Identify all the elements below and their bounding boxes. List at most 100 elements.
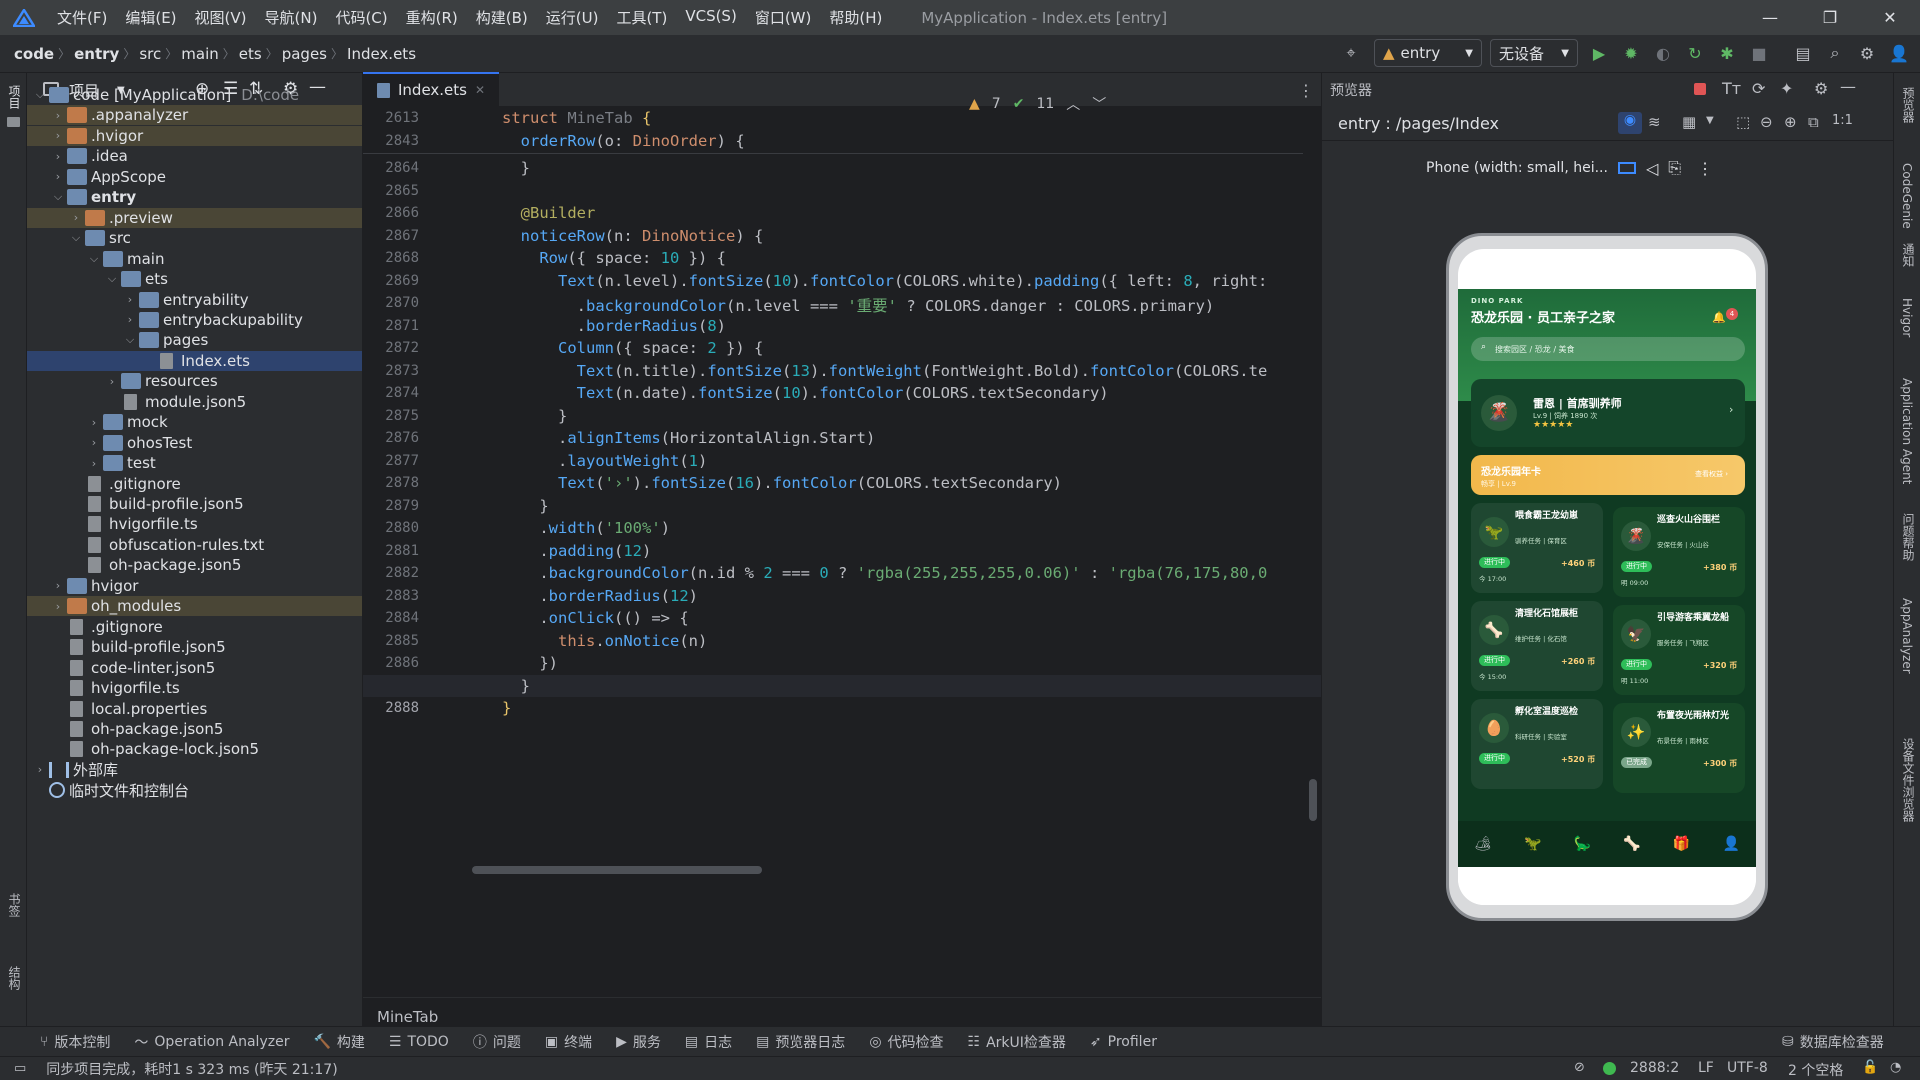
task-card[interactable]: 🦴 清理化石馆展柜 维护任务 | 化石馆 进行中 +260 币今 15:00 xyxy=(1471,601,1603,691)
breadcrumb-item[interactable]: entry xyxy=(70,45,123,63)
tree-item[interactable]: code-linter.json5 xyxy=(27,658,362,678)
chevron-right-icon[interactable]: › xyxy=(85,416,103,429)
next-highlight-icon[interactable]: ﹀ xyxy=(1092,94,1106,114)
code-line[interactable]: noticeRow(n: DinoNotice) { xyxy=(502,227,764,245)
hide-panel-icon[interactable]: — xyxy=(1840,77,1856,96)
code-area[interactable]: struct MineTab { orderRow(o: DinoOrder) … xyxy=(363,107,1321,997)
tree-item[interactable]: ⌵ code [MyApplication] D:\code xyxy=(27,85,362,105)
code-line[interactable]: } xyxy=(502,699,511,717)
tree-item[interactable]: ⌵ entry xyxy=(27,187,362,207)
tree-item[interactable]: oh-package.json5 xyxy=(27,555,362,575)
tree-item[interactable]: ⌵ main xyxy=(27,249,362,269)
status-message[interactable]: 同步项目完成，耗时1 s 323 ms (昨天 21:17) xyxy=(46,1059,337,1079)
tree-item[interactable]: oh-package.json5 xyxy=(27,719,362,739)
breadcrumb-item[interactable]: Index.ets xyxy=(343,45,420,63)
chevron-right-icon[interactable]: › xyxy=(121,293,139,306)
account-icon[interactable]: 👤 xyxy=(1886,39,1912,67)
bottom-tool-button[interactable]: ▤ 预览器日志 xyxy=(744,1032,857,1052)
menu-item[interactable]: 重构(R) xyxy=(397,7,467,28)
rotate-icon[interactable]: ⎘ xyxy=(1668,158,1681,178)
tree-item[interactable]: ⌵ pages xyxy=(27,330,362,350)
tree-item[interactable]: › test xyxy=(27,453,362,473)
menu-item[interactable]: 窗口(W) xyxy=(746,7,821,28)
right-tool-button[interactable]: 设备文件浏览器 xyxy=(1900,738,1917,822)
code-line[interactable]: .backgroundColor(n.level === '重要' ? COLO… xyxy=(502,294,1215,316)
tree-item[interactable]: Index.ets xyxy=(27,350,362,371)
tree-item[interactable]: › entrybackupability xyxy=(27,310,362,330)
line-ending[interactable]: LF xyxy=(1698,1060,1714,1076)
previous-highlight-icon[interactable]: ︿ xyxy=(1066,94,1080,114)
tree-item[interactable]: › .hvigor xyxy=(27,125,362,146)
app-nav-item[interactable]: 🏕 xyxy=(1474,836,1492,852)
chevron-right-icon[interactable]: › xyxy=(49,579,67,592)
tree-item[interactable]: › .idea xyxy=(27,146,362,166)
code-line[interactable]: this.onNotice(n) xyxy=(502,632,707,650)
chevron-right-icon[interactable]: › xyxy=(49,129,67,142)
code-line[interactable]: Text(n.level).fontSize(10).fontColor(COL… xyxy=(502,272,1267,290)
code-line[interactable]: } xyxy=(502,677,530,695)
menu-item[interactable]: 代码(C) xyxy=(326,7,396,28)
settings-icon[interactable]: ⚙ xyxy=(1814,79,1828,98)
right-tool-button[interactable]: 预览器 xyxy=(1900,87,1917,123)
code-line[interactable]: @Builder xyxy=(502,204,596,222)
tree-item[interactable]: 临时文件和控制台 xyxy=(27,780,362,800)
tree-item[interactable]: › hvigor xyxy=(27,576,362,596)
app-nav-item[interactable]: 👤 xyxy=(1722,836,1739,852)
tree-item[interactable]: › 外部库 xyxy=(27,760,362,780)
task-card[interactable]: 🦖 喂食霸王龙幼崽 驯养任务 | 保育区 进行中 +460 币今 17:00 xyxy=(1471,503,1603,593)
chevron-down-icon[interactable]: ⌵ xyxy=(121,333,139,347)
bottom-tool-button[interactable]: ◎ 代码检查 xyxy=(857,1032,955,1052)
code-line[interactable]: .onClick(() => { xyxy=(502,609,688,627)
menu-item[interactable]: 编辑(E) xyxy=(116,7,185,28)
maximize-icon[interactable]: ❐ xyxy=(1800,0,1860,35)
phone-screen[interactable]: DINO PARK 恐龙乐园 · 员工亲子之家 🔔 4 ⌕ 搜索园区 / 恐龙 … xyxy=(1458,249,1756,905)
bell-icon[interactable]: 🔔 xyxy=(1712,311,1726,324)
right-tool-button[interactable]: AppAnalyzer xyxy=(1900,598,1914,674)
code-line[interactable]: } xyxy=(502,159,530,177)
tree-item[interactable]: local.properties xyxy=(27,699,362,719)
app-nav-item[interactable]: 🦕 xyxy=(1574,836,1591,852)
tree-item[interactable]: › .appanalyzer xyxy=(27,105,362,126)
inspection-widget[interactable]: ▲ 7 ✔ 11 ︿ ﹀ xyxy=(969,94,1106,114)
actual-size-icon[interactable]: ⧉ xyxy=(1808,113,1819,131)
tree-item[interactable]: › oh_modules xyxy=(27,596,362,617)
tree-item[interactable]: oh-package-lock.json5 xyxy=(27,739,362,759)
bottom-tool-button[interactable]: 🔨 构建 xyxy=(301,1032,376,1052)
app-nav-item[interactable]: 🦖 xyxy=(1524,836,1541,852)
menu-item[interactable]: VCS(S) xyxy=(676,7,745,28)
chevron-right-icon[interactable]: › xyxy=(31,763,49,776)
chevron-right-icon[interactable]: › xyxy=(49,109,67,122)
right-tool-button[interactable]: Application Agent xyxy=(1900,378,1914,484)
right-tool-button[interactable]: 通知 xyxy=(1900,243,1917,267)
close-tab-icon[interactable]: ✕ xyxy=(475,83,485,97)
code-line[interactable]: .borderRadius(8) xyxy=(502,317,726,335)
stop-preview-icon[interactable] xyxy=(1694,83,1706,95)
right-tool-button[interactable]: Hvigor xyxy=(1900,298,1914,337)
grid-icon[interactable]: ▦ xyxy=(1682,113,1696,131)
zoom-out-icon[interactable]: ⊖ xyxy=(1760,113,1773,131)
tree-item[interactable]: › ohosTest xyxy=(27,433,362,453)
bottom-tool-button[interactable]: ➶ Profiler xyxy=(1078,1034,1169,1050)
run-icon[interactable]: ▶ xyxy=(1586,39,1612,67)
stop-icon[interactable]: ■ xyxy=(1746,39,1772,67)
code-line[interactable]: } xyxy=(502,497,548,515)
horizontal-scrollbar[interactable] xyxy=(472,866,762,874)
code-line[interactable]: Row({ space: 10 }) { xyxy=(502,249,726,267)
chevron-right-icon[interactable]: › xyxy=(67,211,85,224)
menu-item[interactable]: 运行(U) xyxy=(537,7,608,28)
bottom-tool-button[interactable]: ▤ 日志 xyxy=(673,1032,744,1052)
bottom-tool-button[interactable]: ▶ 服务 xyxy=(604,1032,673,1052)
code-line[interactable]: .width('100%') xyxy=(502,519,670,537)
tree-item[interactable]: › entryability xyxy=(27,290,362,310)
task-card[interactable]: 🦅 引导游客乘翼龙船 服务任务 | 飞翔区 进行中 +320 币明 11:00 xyxy=(1613,605,1745,695)
tree-item[interactable]: › AppScope xyxy=(27,167,362,187)
tab-index-ets[interactable]: Index.ets ✕ xyxy=(363,72,500,106)
device-toggle-icon[interactable] xyxy=(1617,162,1636,174)
bookmarks-tool-button[interactable]: 书签 xyxy=(6,893,23,917)
code-line[interactable]: .layoutWeight(1) xyxy=(502,452,707,470)
vertical-scrollbar[interactable] xyxy=(1309,779,1317,821)
menu-item[interactable]: 视图(V) xyxy=(186,7,256,28)
chevron-right-icon[interactable]: › xyxy=(49,170,67,183)
project-tool-button[interactable]: 项目 xyxy=(6,85,23,109)
more-options-icon[interactable]: ⋮ xyxy=(1697,159,1713,178)
